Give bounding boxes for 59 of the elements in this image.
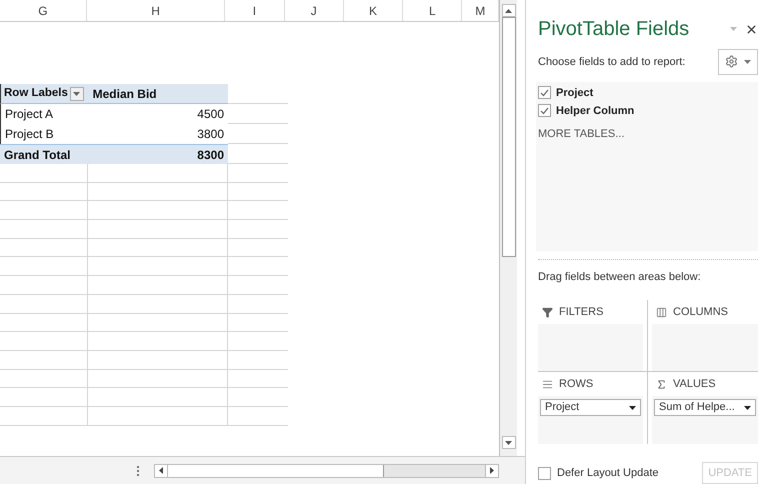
field-label: Helper Column bbox=[556, 104, 634, 119]
left-arrow-icon bbox=[159, 467, 163, 474]
table-cell-text: Project A bbox=[4, 106, 54, 123]
column-header[interactable]: M bbox=[462, 0, 500, 21]
instruction-text: Choose fields to add to report: bbox=[538, 54, 686, 70]
caret-icon bbox=[744, 60, 751, 64]
field-dropdown[interactable]: Project bbox=[540, 399, 641, 416]
checkbox[interactable] bbox=[538, 466, 551, 480]
column-header[interactable]: G bbox=[0, 0, 87, 21]
table-cell-text: Grand Total bbox=[3, 147, 72, 164]
area-label: COLUMNS bbox=[673, 304, 728, 320]
scroll-up-button[interactable] bbox=[502, 4, 516, 17]
caret-icon bbox=[73, 92, 80, 96]
drop-zone[interactable]: Project bbox=[538, 396, 643, 444]
area-label: ROWS bbox=[559, 376, 594, 392]
drop-zone[interactable]: Sum of Helpe... bbox=[652, 396, 758, 444]
checkbox[interactable] bbox=[538, 86, 551, 100]
vertical-scrollbar[interactable] bbox=[500, 0, 517, 456]
table-header: Median Bid bbox=[92, 86, 158, 103]
settings-button[interactable] bbox=[718, 48, 758, 75]
columns-icon bbox=[656, 306, 667, 318]
scroll-thumb[interactable] bbox=[168, 464, 384, 476]
table-cell-text: Project B bbox=[4, 126, 55, 143]
column-header[interactable]: I bbox=[225, 0, 285, 21]
caret-icon bbox=[505, 440, 512, 444]
scroll-left-button[interactable] bbox=[155, 464, 168, 476]
area-label: FILTERS bbox=[559, 304, 604, 320]
table-cell-text: 8300 bbox=[196, 147, 225, 164]
row-labels-header[interactable]: Row Labels bbox=[1, 84, 89, 104]
close-icon[interactable] bbox=[745, 22, 758, 36]
field-label: Project bbox=[556, 86, 594, 101]
more-tables-link[interactable]: MORE TABLES... bbox=[538, 126, 758, 142]
checkbox[interactable] bbox=[538, 104, 551, 118]
column-header[interactable]: K bbox=[344, 0, 404, 21]
up-arrow-icon bbox=[505, 8, 512, 12]
filter-icon bbox=[542, 306, 553, 318]
scroll-thumb[interactable] bbox=[502, 17, 516, 257]
drag-hint: Drag fields between areas below: bbox=[538, 271, 701, 283]
right-arrow-icon bbox=[490, 467, 494, 474]
table-cell-text: 3800 bbox=[196, 126, 225, 143]
scroll-down-button[interactable] bbox=[502, 436, 516, 449]
panel-menu-icon bbox=[730, 27, 737, 31]
caret-icon bbox=[744, 406, 751, 410]
field-dropdown[interactable]: Sum of Helpe... bbox=[654, 399, 756, 416]
rows-icon bbox=[542, 378, 553, 390]
checkbox-label: Defer Layout Update bbox=[557, 466, 659, 481]
caret-icon bbox=[629, 406, 636, 410]
horizontal-scrollbar[interactable] bbox=[154, 464, 499, 478]
settings-icon bbox=[725, 55, 738, 68]
sigma-icon bbox=[656, 378, 667, 390]
column-header[interactable]: H bbox=[86, 0, 226, 21]
column-header[interactable]: L bbox=[403, 0, 462, 21]
panel-title: PivotTable Fields bbox=[538, 17, 690, 42]
splitter-handle[interactable] bbox=[137, 466, 140, 476]
table-cell-text: 4500 bbox=[196, 106, 225, 123]
filter-dropdown[interactable] bbox=[70, 87, 84, 101]
column-header[interactable]: J bbox=[284, 0, 344, 21]
area-label: VALUES bbox=[673, 376, 716, 392]
scroll-right-button[interactable] bbox=[485, 464, 498, 476]
